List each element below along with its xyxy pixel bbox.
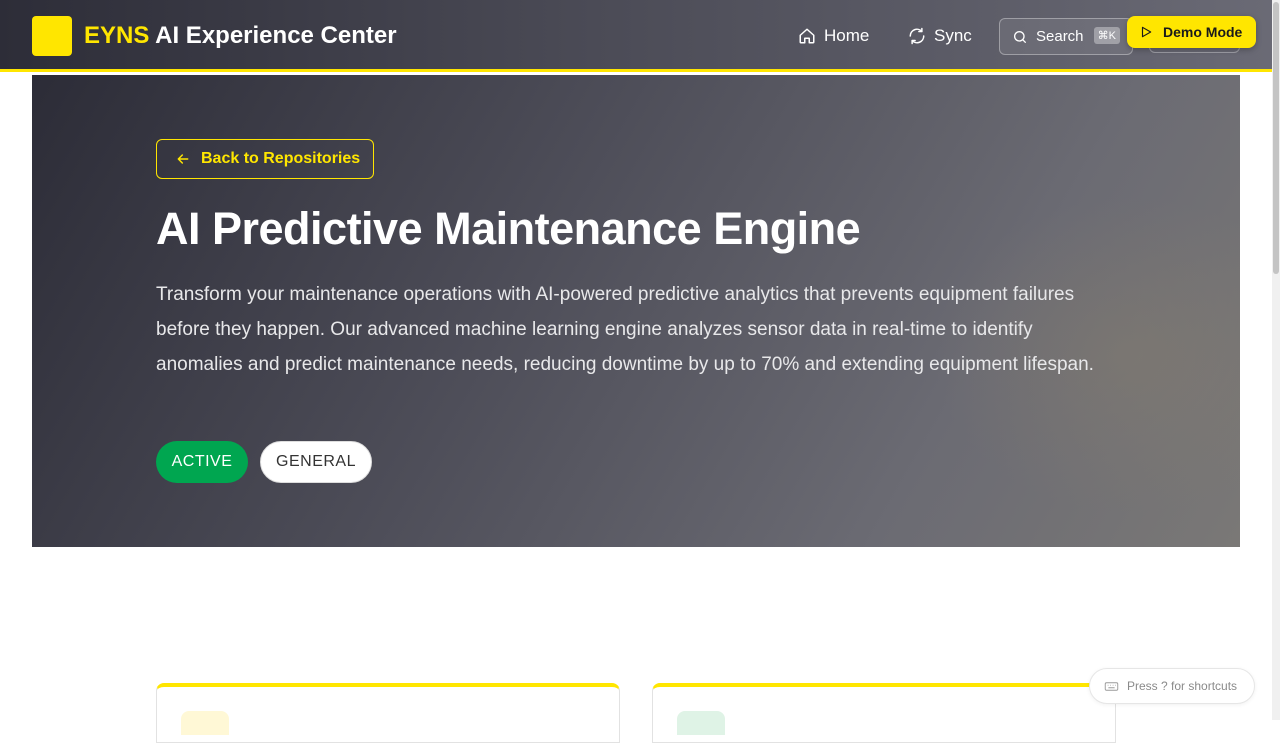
card-icon (677, 711, 725, 735)
shortcuts-hint[interactable]: Press ? for shortcuts (1089, 668, 1255, 704)
logo[interactable] (32, 16, 72, 56)
search-shortcut-badge: ⌘K (1093, 27, 1120, 44)
category-badge: GENERAL (260, 441, 372, 483)
feature-card[interactable] (156, 683, 620, 743)
nav-home-link[interactable]: Home (798, 26, 869, 46)
search-icon (1014, 30, 1026, 43)
hero-section: Back to Repositories AI Predictive Maint… (32, 75, 1240, 547)
page-scrollbar[interactable] (1272, 0, 1280, 720)
sync-icon (909, 27, 925, 45)
back-label: Back to Repositories (201, 150, 361, 167)
nav-sync-label: Sync (934, 26, 972, 45)
page-description: Transform your maintenance operations wi… (156, 284, 1094, 375)
search-button[interactable]: Search ⌘K (999, 18, 1133, 55)
page-title: AI Predictive Maintenance Engine (156, 203, 861, 254)
demo-mode-button[interactable]: Demo Mode (1127, 16, 1256, 48)
demo-mode-label: Demo Mode (1163, 24, 1243, 40)
keyboard-icon (1104, 681, 1119, 691)
feature-card[interactable] (652, 683, 1116, 743)
app-title: EYNS AI Experience Center (84, 22, 397, 50)
nav-home-label: Home (824, 26, 870, 45)
back-to-repositories-button[interactable]: Back to Repositories (156, 139, 374, 179)
shortcuts-hint-label: Press ? for shortcuts (1127, 679, 1238, 693)
arrow-left-icon (177, 154, 189, 164)
card-icon (181, 711, 229, 735)
search-label: Search (1036, 28, 1084, 45)
top-header: EYNS AI Experience Center Home Sync Sear… (0, 0, 1272, 72)
home-icon (799, 28, 815, 44)
brand-accent: EYNS (84, 22, 150, 49)
brand-name: AI Experience Center (155, 22, 397, 49)
nav-sync-button[interactable]: Sync (908, 26, 972, 46)
status-badge: ACTIVE (156, 441, 248, 483)
play-icon (1141, 26, 1152, 38)
scrollbar-thumb[interactable] (1273, 2, 1279, 274)
